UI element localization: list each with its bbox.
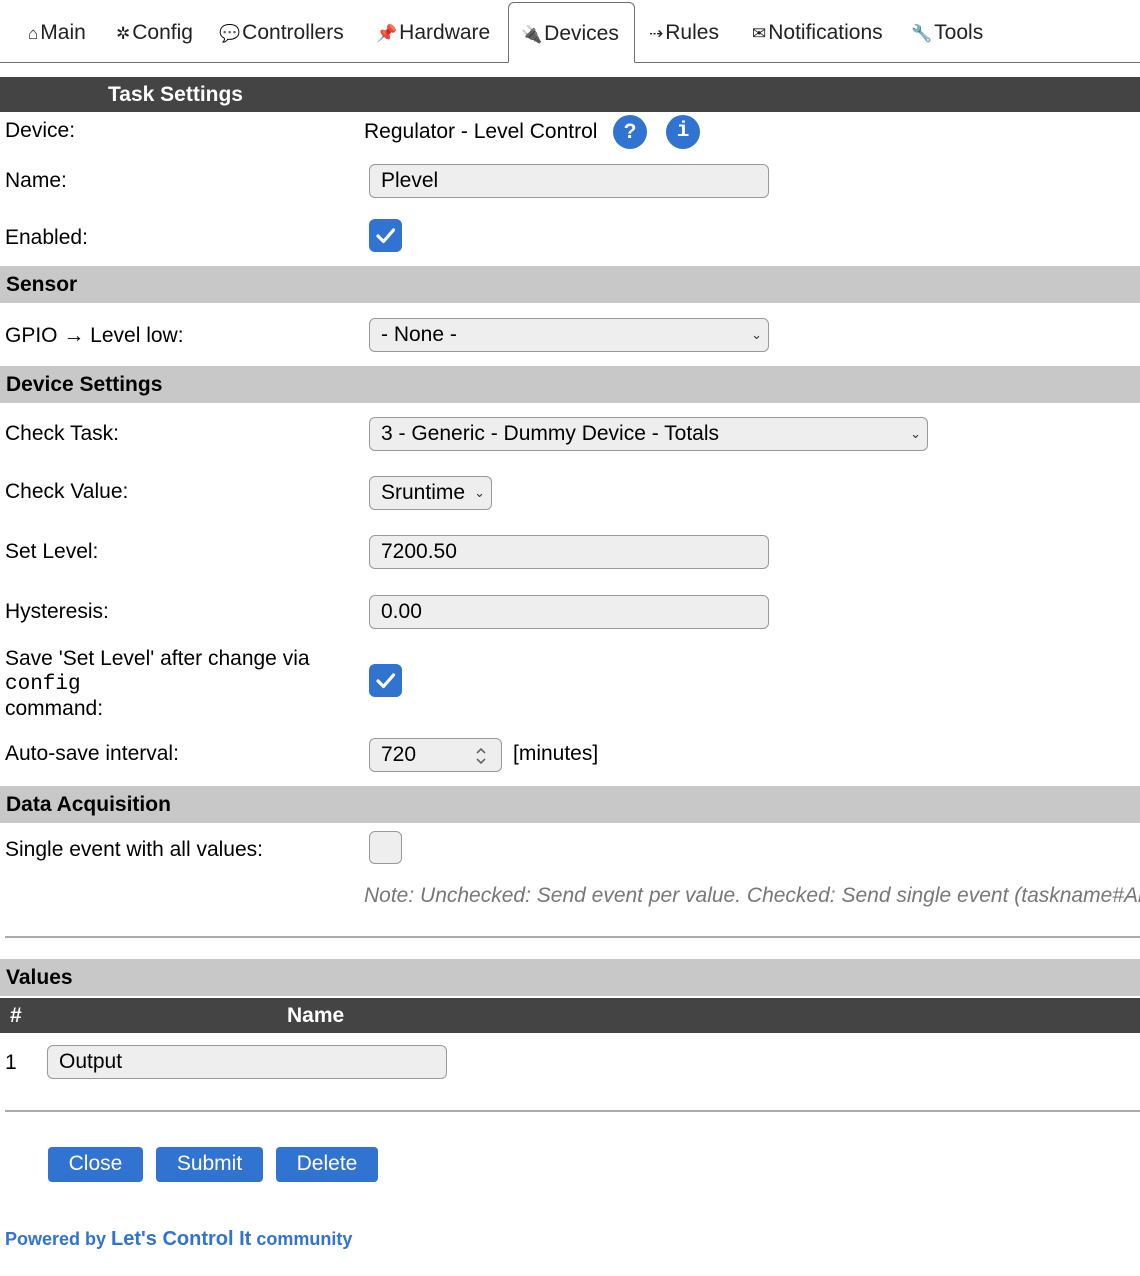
wrench-icon: 🔧 — [911, 24, 933, 43]
tab-label: Devices — [544, 22, 619, 45]
footer-prefix: Powered by — [5, 1229, 112, 1249]
section-title: Task Settings — [108, 83, 243, 106]
tab-label: Main — [40, 21, 86, 44]
autosave-unit: [minutes] — [513, 742, 599, 765]
checkmark-icon — [376, 673, 396, 689]
chevron-down-icon: ⌄ — [474, 485, 485, 500]
autosave-label: Auto-save interval: — [5, 742, 179, 765]
value-row-number: 1 — [5, 1051, 17, 1074]
hysteresis-label: Hysteresis: — [5, 600, 109, 623]
autosave-value: 720 — [381, 743, 417, 766]
set-level-label: Set Level: — [5, 540, 99, 563]
label-text: Save 'Set Level' after change via — [5, 647, 310, 670]
tab-label: Rules — [665, 21, 719, 44]
top-nav-tabs: ⌂Main ✲Config 💬Controllers 📌Hardware 🔌De… — [0, 0, 1140, 63]
tab-rules[interactable]: ⇢Rules — [649, 14, 719, 52]
gpio-label: GPIO → Level low: — [5, 324, 184, 347]
check-task-select[interactable]: 3 - Generic - Dummy Device - Totals ⌄ — [369, 417, 928, 451]
tab-label: Controllers — [242, 21, 344, 44]
arrow-icon: ⇢ — [649, 24, 664, 43]
chevron-down-icon: ⌄ — [751, 327, 762, 342]
check-task-label: Check Task: — [5, 422, 119, 445]
single-event-checkbox[interactable] — [369, 831, 402, 864]
tab-config[interactable]: ✲Config — [116, 14, 193, 52]
home-icon: ⌂ — [28, 24, 39, 43]
tab-label: Tools — [934, 21, 984, 44]
sensor-header: Sensor — [0, 266, 1140, 303]
plug-icon: 🔌 — [521, 25, 543, 44]
pushpin-icon: 📌 — [376, 24, 398, 43]
data-acquisition-header: Data Acquisition — [0, 786, 1140, 823]
help-question-icon[interactable]: ? — [613, 115, 647, 149]
save-set-level-label: Save 'Set Level' after change via config… — [5, 647, 310, 721]
tab-notifications[interactable]: ✉Notifications — [752, 14, 883, 52]
device-settings-header: Device Settings — [0, 366, 1140, 403]
close-button[interactable]: Close — [48, 1147, 143, 1182]
footer: Powered by Let's Control It community — [5, 1228, 352, 1251]
tab-label: Hardware — [399, 21, 491, 44]
col-name: Name — [287, 1004, 345, 1027]
enabled-checkbox[interactable] — [369, 219, 402, 252]
checkmark-icon — [376, 228, 396, 244]
check-task-selected-value: 3 - Generic - Dummy Device - Totals — [381, 422, 720, 445]
tab-label: Config — [132, 21, 193, 44]
set-level-input[interactable]: 7200.50 — [369, 535, 769, 569]
divider — [5, 936, 1140, 938]
tab-devices[interactable]: 🔌Devices — [508, 2, 635, 63]
tab-controllers[interactable]: 💬Controllers — [219, 14, 344, 52]
gpio-select[interactable]: - None - ⌄ — [369, 318, 769, 352]
divider — [5, 1110, 1140, 1112]
name-label: Name: — [5, 169, 67, 192]
device-label: Device: — [5, 119, 76, 142]
stepper-arrows-icon[interactable] — [475, 745, 487, 767]
check-value-select[interactable]: Sruntime ⌄ — [369, 476, 492, 510]
delete-button[interactable]: Delete — [276, 1147, 378, 1182]
tab-label: Notifications — [768, 21, 883, 44]
label-text: command: — [5, 697, 104, 720]
tab-hardware[interactable]: 📌Hardware — [376, 14, 490, 52]
values-table-header: # Name — [0, 998, 1140, 1033]
envelope-icon: ✉ — [752, 24, 767, 43]
device-value: Regulator - Level Control — [364, 120, 598, 143]
enabled-label: Enabled: — [5, 226, 88, 249]
footer-suffix: community — [251, 1229, 353, 1249]
autosave-number-input[interactable]: 720 — [369, 738, 502, 772]
info-icon[interactable]: i — [666, 115, 700, 149]
save-set-level-checkbox[interactable] — [369, 664, 402, 697]
values-header: Values — [0, 959, 1140, 996]
task-settings-header: Task Settings — [0, 77, 1140, 112]
name-input[interactable]: Plevel — [369, 164, 769, 198]
tab-main[interactable]: ⌂Main — [28, 14, 86, 52]
single-event-note: Note: Unchecked: Send event per value. C… — [364, 884, 1140, 907]
value-name-input[interactable]: Output — [47, 1045, 447, 1079]
hysteresis-input[interactable]: 0.00 — [369, 595, 769, 629]
tab-tools[interactable]: 🔧Tools — [911, 14, 983, 52]
chevron-down-icon: ⌄ — [910, 426, 921, 441]
check-value-selected-value: Sruntime — [381, 481, 466, 504]
speech-bubble-icon: 💬 — [219, 24, 241, 43]
gear-icon: ✲ — [116, 24, 131, 43]
gpio-selected-value: - None - — [381, 323, 457, 346]
config-code: config — [5, 673, 81, 696]
check-value-label: Check Value: — [5, 480, 129, 503]
col-number: # — [10, 1004, 22, 1027]
submit-button[interactable]: Submit — [156, 1147, 263, 1182]
single-event-label: Single event with all values: — [5, 838, 263, 861]
footer-brand-link[interactable]: Let's Control It — [111, 1228, 251, 1250]
